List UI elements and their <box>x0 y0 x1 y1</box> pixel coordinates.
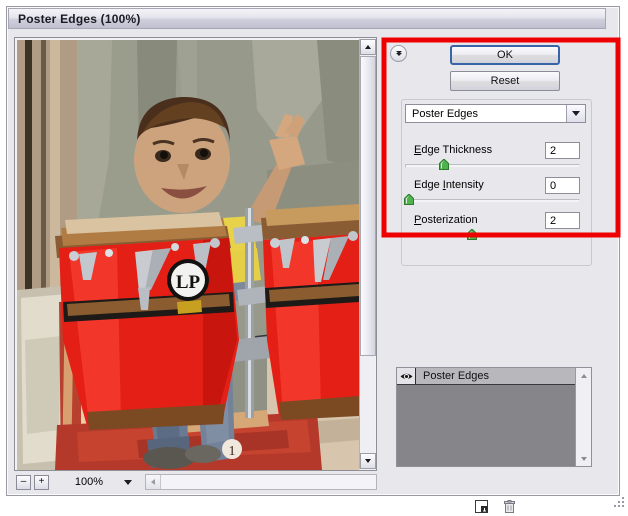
scroll-down-arrow-icon[interactable] <box>576 451 591 466</box>
filter-name-dropdown[interactable]: Poster Edges <box>405 104 586 123</box>
zoom-out-button[interactable]: – <box>16 475 31 490</box>
window-title: Poster Edges (100%) <box>9 12 141 26</box>
effect-layers-toolbar <box>386 500 603 516</box>
slider-track-edge-intensity[interactable] <box>405 199 580 203</box>
slider-label-edge-intensity: Edge Intensity <box>414 179 484 191</box>
list-item[interactable]: Poster Edges <box>397 368 575 385</box>
ok-button[interactable]: OK <box>450 45 560 65</box>
slider-value-edge-thickness[interactable]: 2 <box>545 142 580 159</box>
zoom-in-button[interactable]: + <box>34 475 49 490</box>
svg-text:1: 1 <box>229 444 236 459</box>
scroll-up-arrow-icon[interactable] <box>360 39 376 55</box>
preview-horizontal-scrollbar[interactable] <box>145 474 377 490</box>
effect-layers-panel: Poster Edges <box>386 367 603 471</box>
slider-track-posterization[interactable] <box>405 234 580 238</box>
slider-track-edge-thickness[interactable] <box>405 164 580 168</box>
scroll-up-arrow-icon[interactable] <box>576 368 591 383</box>
zoom-level-display[interactable]: 100% <box>58 475 120 490</box>
preview-vertical-scrollbar[interactable] <box>359 39 375 469</box>
chevron-down-icon[interactable] <box>566 105 585 122</box>
preview-zoom-controls: – + 100% <box>16 474 135 490</box>
filter-preview-image[interactable]: LP 1 <box>17 40 359 470</box>
filter-name-value: Poster Edges <box>406 108 566 120</box>
filter-options-panel: OK Reset Poster Edges Edge Thickness 2 E… <box>383 37 606 471</box>
preview-vscroll-thumb[interactable] <box>360 56 376 356</box>
effect-layers-list[interactable]: Poster Edges <box>396 367 592 467</box>
slider-thumb-posterization[interactable] <box>467 229 477 240</box>
double-chevron-down-icon[interactable] <box>390 45 407 62</box>
svg-text:LP: LP <box>176 272 201 293</box>
slider-thumb-edge-intensity[interactable] <box>404 194 414 205</box>
trash-icon[interactable] <box>504 500 515 516</box>
scroll-down-arrow-icon[interactable] <box>360 453 376 469</box>
new-effect-layer-icon[interactable] <box>475 500 488 516</box>
effect-layers-scrollbar[interactable] <box>575 368 591 466</box>
chevron-down-icon[interactable] <box>120 475 135 490</box>
slider-value-edge-intensity[interactable]: 0 <box>545 177 580 194</box>
preview-frame: LP 1 <box>14 37 377 471</box>
window-titlebar: Poster Edges (100%) <box>8 8 606 29</box>
reset-button[interactable]: Reset <box>450 71 560 91</box>
slider-label-edge-thickness: Edge Thickness <box>414 144 492 156</box>
scroll-left-arrow-icon[interactable] <box>146 475 161 489</box>
zoom-level-value: 100% <box>58 476 120 488</box>
effect-layer-name: Poster Edges <box>416 370 489 382</box>
slider-value-posterization[interactable]: 2 <box>545 212 580 229</box>
slider-thumb-edge-thickness[interactable] <box>439 159 449 170</box>
slider-label-posterization: Posterization <box>414 214 478 226</box>
window-resize-grip[interactable] <box>613 496 625 508</box>
eye-icon[interactable] <box>397 368 416 384</box>
